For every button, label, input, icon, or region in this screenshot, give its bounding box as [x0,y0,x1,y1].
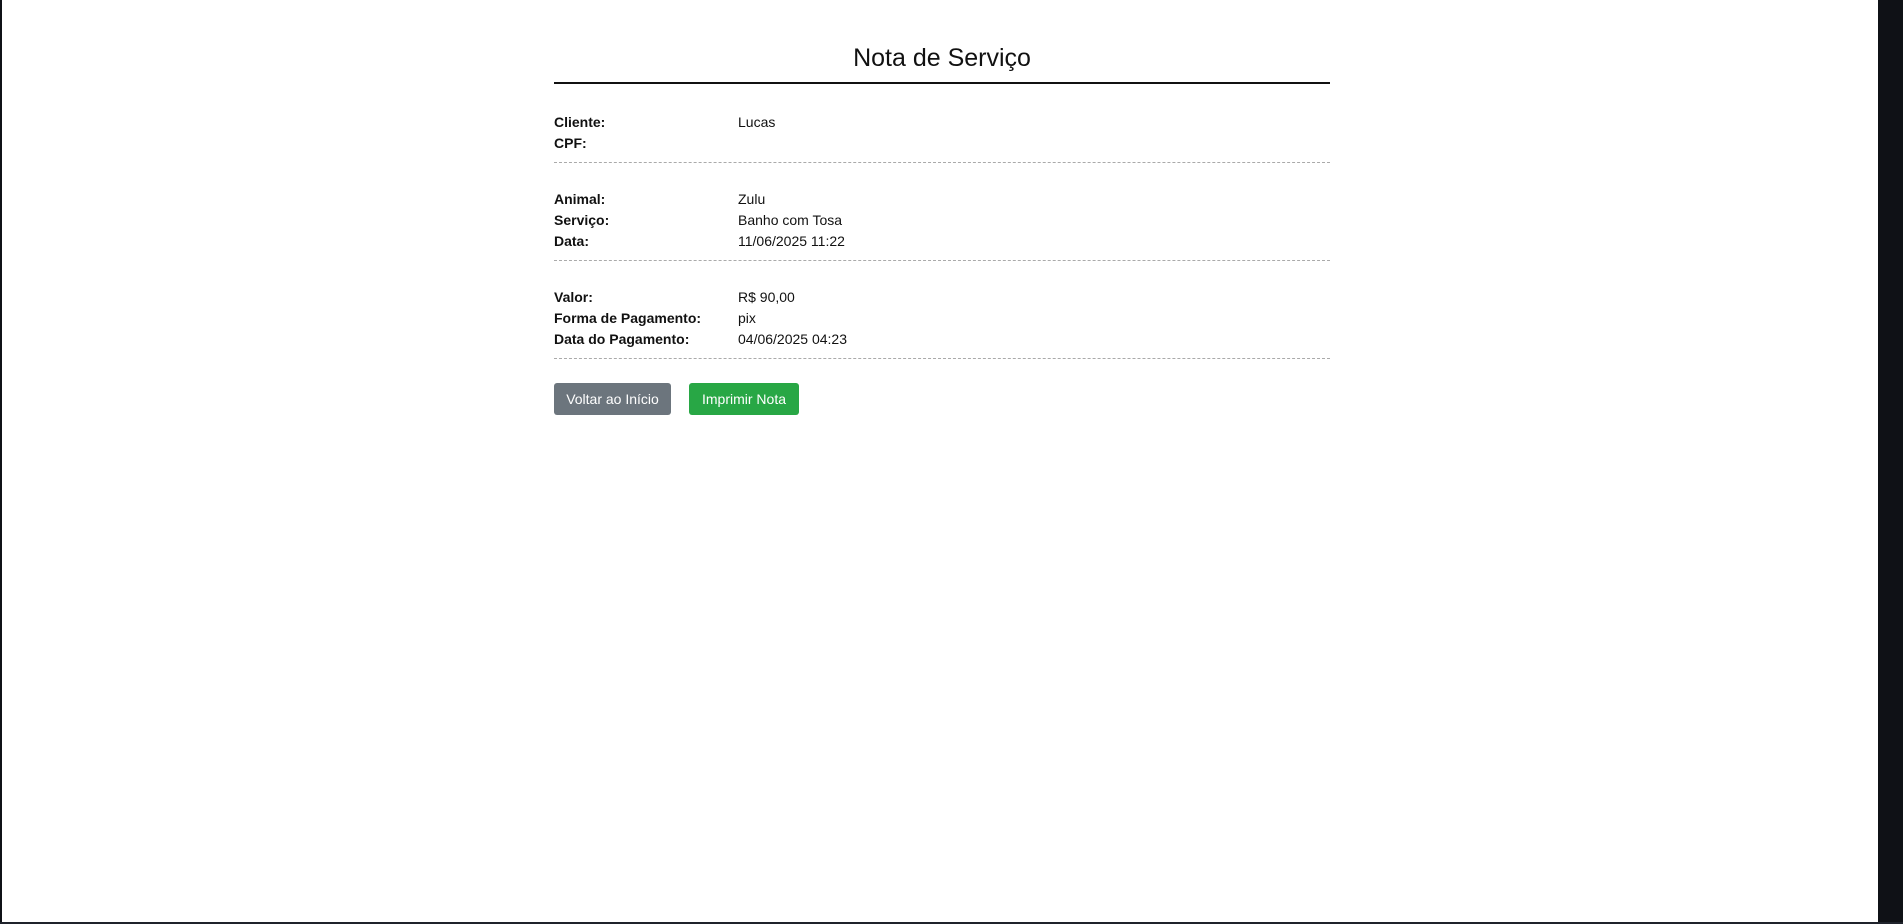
payment-method-row: Forma de Pagamento: pix [554,308,1330,329]
payment-method-label: Forma de Pagamento: [554,310,702,326]
date-value: 11/06/2025 11:22 [738,233,845,249]
client-value: Lucas [738,114,776,130]
cpf-label: CPF: [554,135,587,151]
amount-value: R$ 90,00 [738,289,795,305]
client-section: Cliente: Lucas CPF: [554,84,1330,163]
animal-label: Animal: [554,191,606,207]
page-title: Nota de Serviço [554,0,1330,84]
client-label: Cliente: [554,114,606,130]
payment-section: Valor: R$ 90,00 Forma de Pagamento: pix … [554,261,1330,359]
service-value: Banho com Tosa [738,212,843,228]
actions: Voltar ao Início Imprimir Nota [554,383,1330,415]
back-home-button[interactable]: Voltar ao Início [554,383,671,415]
service-section: Animal: Zulu Serviço: Banho com Tosa Dat… [554,163,1330,261]
print-note-button[interactable]: Imprimir Nota [689,383,799,415]
payment-date-row: Data do Pagamento: 04/06/2025 04:23 [554,329,1330,350]
service-label: Serviço: [554,212,610,228]
payment-date-label: Data do Pagamento: [554,331,690,347]
payment-date-value: 04/06/2025 04:23 [738,331,847,347]
date-row: Data: 11/06/2025 11:22 [554,231,1330,252]
service-row: Serviço: Banho com Tosa [554,210,1330,231]
client-row: Cliente: Lucas [554,112,1330,133]
date-label: Data: [554,233,590,249]
service-note-container: Nota de Serviço Cliente: Lucas CPF: Anim… [554,0,1330,415]
animal-value: Zulu [738,191,766,207]
right-gutter [1878,0,1903,924]
amount-label: Valor: [554,289,593,305]
animal-row: Animal: Zulu [554,189,1330,210]
cpf-row: CPF: [554,133,1330,154]
payment-method-value: pix [738,310,756,326]
page-area: Nota de Serviço Cliente: Lucas CPF: Anim… [2,0,1878,922]
amount-row: Valor: R$ 90,00 [554,287,1330,308]
